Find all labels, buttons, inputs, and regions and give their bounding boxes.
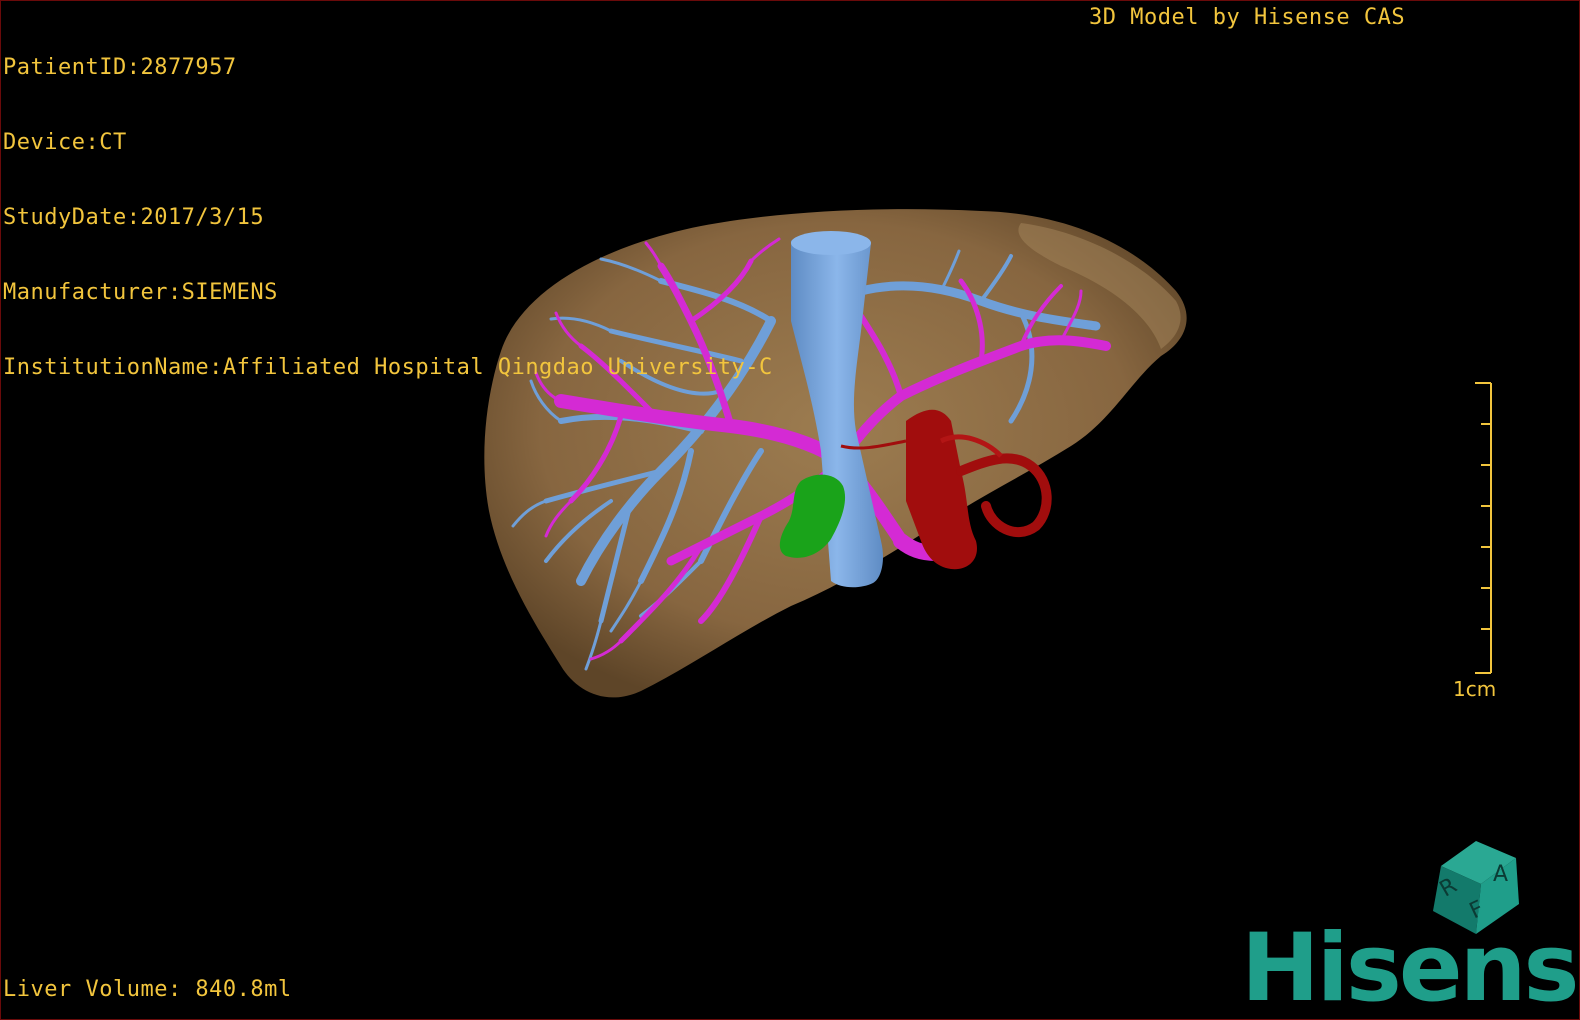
patient-id-label: PatientID:2877957 [3, 55, 237, 80]
study-date-label: StudyDate:2017/3/15 [3, 205, 265, 230]
manufacturer-label: Manufacturer:SIEMENS [3, 280, 278, 305]
scale-bar-label: 1cm [1453, 677, 1497, 701]
device-label: Device:CT [3, 130, 127, 155]
ivc-top [791, 231, 871, 255]
cube-face-a: A [1493, 862, 1508, 887]
3d-viewport[interactable]: PatientID:2877957 Device:CT StudyDate:20… [0, 0, 1580, 1020]
model-credit-label: 3D Model by Hisense CAS [1089, 5, 1406, 30]
liver-volume-label: Liver Volume: 840.8ml [3, 977, 292, 1002]
dicom-info-overlay: PatientID:2877957 Device:CT StudyDate:20… [3, 5, 773, 430]
hisense-logo: Hisense [1241, 914, 1579, 1020]
institution-label: InstitutionName:Affiliated Hospital Qing… [3, 355, 773, 380]
scale-bar [1475, 382, 1492, 674]
